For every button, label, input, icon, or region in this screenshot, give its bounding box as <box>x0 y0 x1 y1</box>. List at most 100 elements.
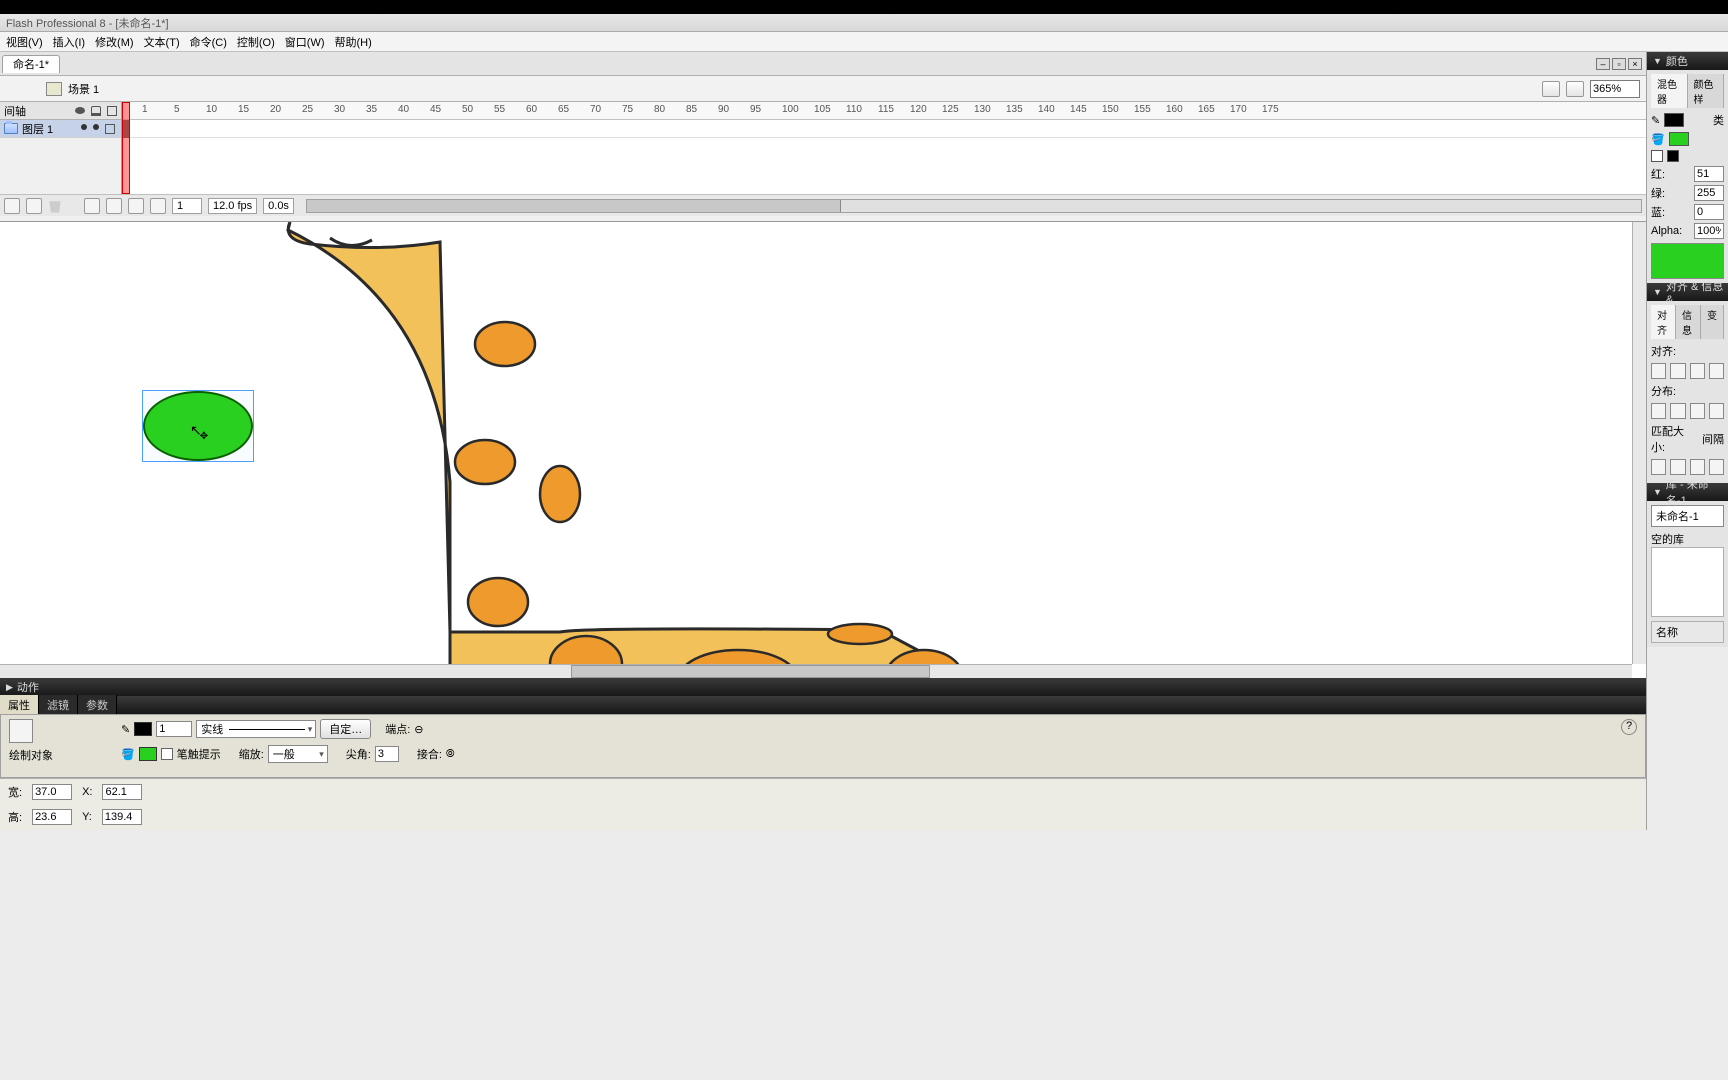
b-label: 蓝: <box>1651 204 1665 220</box>
frame-ruler[interactable]: 1510152025303540455055606570758085909510… <box>122 102 1646 120</box>
menu-help[interactable]: 帮助(H) <box>335 34 372 50</box>
g-input[interactable] <box>1694 185 1724 201</box>
match-h-button[interactable] <box>1670 459 1685 475</box>
stage[interactable]: ↖✥ <box>0 222 1646 678</box>
library-name-column[interactable]: 名称 <box>1651 621 1724 643</box>
width-input[interactable] <box>32 784 72 800</box>
edit-symbol-button[interactable] <box>1566 81 1584 97</box>
scene-label: 场景 1 <box>68 81 99 97</box>
align-panel-header[interactable]: ▼对齐 & 信息 & <box>1647 283 1728 301</box>
dist-2[interactable] <box>1670 403 1685 419</box>
stroke-style-select[interactable]: 实线 <box>196 720 316 738</box>
new-layer-button[interactable] <box>4 198 20 214</box>
timeline-label: 间轴 <box>0 103 26 119</box>
scale-select[interactable]: 一般 <box>268 745 328 763</box>
fill-swatch[interactable] <box>1669 132 1689 146</box>
menu-text[interactable]: 文本(T) <box>144 34 180 50</box>
tl-btn-a[interactable] <box>84 198 100 214</box>
menu-window[interactable]: 窗口(W) <box>285 34 325 50</box>
stage-vscroll[interactable] <box>1632 222 1646 664</box>
match-w-button[interactable] <box>1651 459 1666 475</box>
distribute-label: 分布: <box>1651 383 1724 399</box>
tab-params[interactable]: 参数 <box>78 695 117 715</box>
dist-3[interactable] <box>1690 403 1705 419</box>
color-panel-header[interactable]: ▼颜色 <box>1647 52 1728 70</box>
type-label: 类 <box>1713 112 1724 128</box>
stroke-color-swatch[interactable] <box>134 722 152 736</box>
eye-icon[interactable] <box>75 106 85 116</box>
dist-4[interactable] <box>1709 403 1724 419</box>
swap-icon[interactable] <box>1667 150 1679 162</box>
pencil-icon: ✎ <box>121 723 130 736</box>
alpha-input[interactable] <box>1694 223 1724 239</box>
align-left-button[interactable] <box>1651 363 1666 379</box>
menu-insert[interactable]: 插入(I) <box>53 34 85 50</box>
doc-restore-button[interactable]: ▫ <box>1612 58 1626 70</box>
library-doc-select[interactable]: 未命名-1 <box>1651 505 1724 527</box>
miter-input[interactable] <box>375 746 399 762</box>
dist-1[interactable] <box>1651 403 1666 419</box>
fill-color-swatch[interactable] <box>139 747 157 761</box>
alpha-label: Alpha: <box>1651 225 1682 237</box>
x-input[interactable] <box>102 784 142 800</box>
mixer-tab[interactable]: 混色器 <box>1651 74 1688 108</box>
doc-minimize-button[interactable]: – <box>1596 58 1610 70</box>
scene-bar: 场景 1 <box>0 76 1646 102</box>
layer-icon <box>4 123 18 134</box>
outline-icon[interactable] <box>107 106 117 116</box>
timeline-scrollbar[interactable] <box>306 199 1642 213</box>
tl-btn-b[interactable] <box>106 198 122 214</box>
join-icon[interactable]: ⦾ <box>446 748 455 761</box>
swatches-tab[interactable]: 颜色样 <box>1688 74 1725 108</box>
selected-ellipse-shape[interactable] <box>143 391 253 461</box>
actions-panel-header[interactable]: ▶动作 <box>0 678 1646 696</box>
transform-tab[interactable]: 变 <box>1701 305 1724 339</box>
stroke-hint-label: 笔触提示 <box>177 746 221 762</box>
space-button[interactable] <box>1709 459 1724 475</box>
lock-icon[interactable] <box>91 106 101 116</box>
library-preview <box>1651 547 1724 617</box>
selection-bounding-box[interactable] <box>142 390 254 462</box>
menu-modify[interactable]: 修改(M) <box>95 34 134 50</box>
layer-row[interactable]: 图层 1 <box>0 120 121 138</box>
help-icon[interactable]: ? <box>1621 719 1637 735</box>
delete-layer-button[interactable] <box>48 199 62 213</box>
custom-stroke-button[interactable]: 自定… <box>320 719 371 739</box>
noswap-icon[interactable] <box>1651 150 1663 162</box>
align-top-button[interactable] <box>1709 363 1724 379</box>
height-input[interactable] <box>32 809 72 825</box>
join-label: 接合: <box>417 746 442 762</box>
align-tab[interactable]: 对齐 <box>1651 305 1676 339</box>
tab-filters[interactable]: 滤镜 <box>39 695 78 715</box>
match-wh-button[interactable] <box>1690 459 1705 475</box>
library-panel-header[interactable]: ▼库 - 未命名-1 <box>1647 483 1728 501</box>
frames-track[interactable] <box>122 120 1646 138</box>
endcap-icon[interactable]: ⊖ <box>414 723 423 736</box>
y-input[interactable] <box>102 809 142 825</box>
menu-view[interactable]: 视图(V) <box>6 34 43 50</box>
stroke-swatch[interactable] <box>1664 113 1684 127</box>
doc-tab-active[interactable]: 命名-1* <box>2 55 60 73</box>
menu-control[interactable]: 控制(O) <box>237 34 275 50</box>
stroke-hint-checkbox[interactable] <box>161 748 173 760</box>
titlebar: Flash Professional 8 - [未命名-1*] <box>0 14 1728 32</box>
x-label: X: <box>82 786 92 798</box>
menu-command[interactable]: 命令(C) <box>190 34 227 50</box>
height-label: 高: <box>8 809 22 825</box>
align-right-button[interactable] <box>1690 363 1705 379</box>
doc-close-button[interactable]: × <box>1628 58 1642 70</box>
stage-hscroll[interactable] <box>0 664 1632 678</box>
tl-btn-c[interactable] <box>128 198 144 214</box>
align-hcenter-button[interactable] <box>1670 363 1685 379</box>
tl-btn-d[interactable] <box>150 198 166 214</box>
library-empty-text: 空的库 <box>1651 531 1724 547</box>
keyframe-1[interactable] <box>122 120 130 138</box>
info-tab[interactable]: 信息 <box>1676 305 1701 339</box>
new-folder-button[interactable] <box>26 198 42 214</box>
edit-scene-button[interactable] <box>1542 81 1560 97</box>
stroke-width-input[interactable] <box>156 721 192 737</box>
b-input[interactable] <box>1694 204 1724 220</box>
r-input[interactable] <box>1694 166 1724 182</box>
tab-properties[interactable]: 属性 <box>0 695 39 715</box>
zoom-input[interactable] <box>1590 80 1640 98</box>
